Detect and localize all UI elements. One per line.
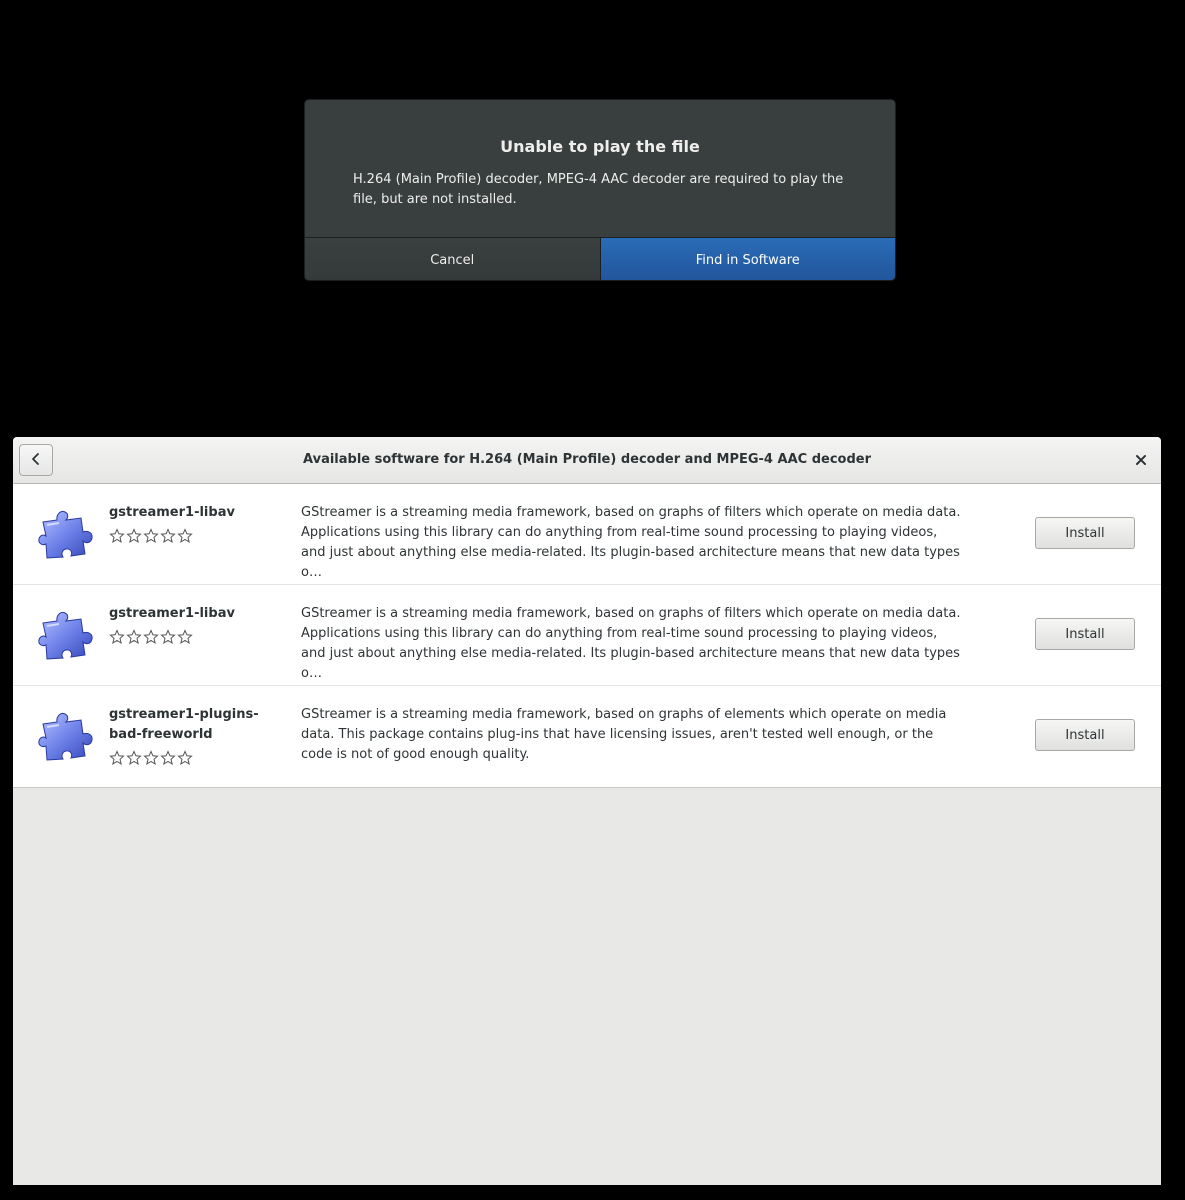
list-item[interactable]: gstreamer1-libav GStreamer is a streamin… [13,585,1161,686]
star-empty-icon [126,629,142,644]
list-item[interactable]: gstreamer1-libav GStreamer is a streamin… [13,484,1161,585]
dialog-message: H.264 (Main Profile) decoder, MPEG-4 AAC… [353,172,844,207]
app-name: gstreamer1-libav [109,505,235,520]
star-empty-icon [109,629,125,644]
puzzle-piece-icon [37,508,95,560]
back-button[interactable] [19,444,53,476]
star-empty-icon [160,528,176,543]
app-name: gstreamer1-libav [109,606,235,621]
rating-stars [109,528,193,544]
list-item[interactable]: gstreamer1-plugins-bad-freeworld GStream… [13,686,1161,787]
rating-stars [109,750,193,766]
error-dialog: Unable to play the file H.264 (Main Prof… [304,99,896,281]
cancel-button[interactable]: Cancel [305,238,601,280]
dialog-title: Unable to play the file [500,137,700,156]
go-previous-icon [30,451,42,470]
puzzle-piece-icon [37,609,95,661]
star-empty-icon [143,629,159,644]
close-icon [1135,451,1147,470]
install-button[interactable]: Install [1035,517,1135,549]
star-empty-icon [177,528,193,543]
app-name: gstreamer1-plugins-bad-freeworld [109,707,259,742]
dialog-button-bar: Cancel Find in Software [305,237,895,280]
star-empty-icon [143,750,159,765]
star-empty-icon [177,629,193,644]
star-empty-icon [177,750,193,765]
software-window: Available software for H.264 (Main Profi… [13,437,1161,1185]
star-empty-icon [109,750,125,765]
rating-stars [109,629,193,645]
star-empty-icon [126,750,142,765]
software-list: gstreamer1-libav GStreamer is a streamin… [13,484,1161,788]
window-title: Available software for H.264 (Main Profi… [303,452,871,467]
star-empty-icon [126,528,142,543]
header-bar: Available software for H.264 (Main Profi… [13,437,1161,484]
star-empty-icon [109,528,125,543]
close-button[interactable] [1127,446,1155,474]
star-empty-icon [160,750,176,765]
app-description: GStreamer is a streaming media framework… [301,707,947,762]
install-button[interactable]: Install [1035,618,1135,650]
app-description: GStreamer is a streaming media framework… [301,606,961,681]
app-description: GStreamer is a streaming media framework… [301,505,961,580]
puzzle-piece-icon [37,710,95,762]
install-button[interactable]: Install [1035,719,1135,751]
star-empty-icon [160,629,176,644]
find-in-software-button[interactable]: Find in Software [600,238,895,280]
star-empty-icon [143,528,159,543]
